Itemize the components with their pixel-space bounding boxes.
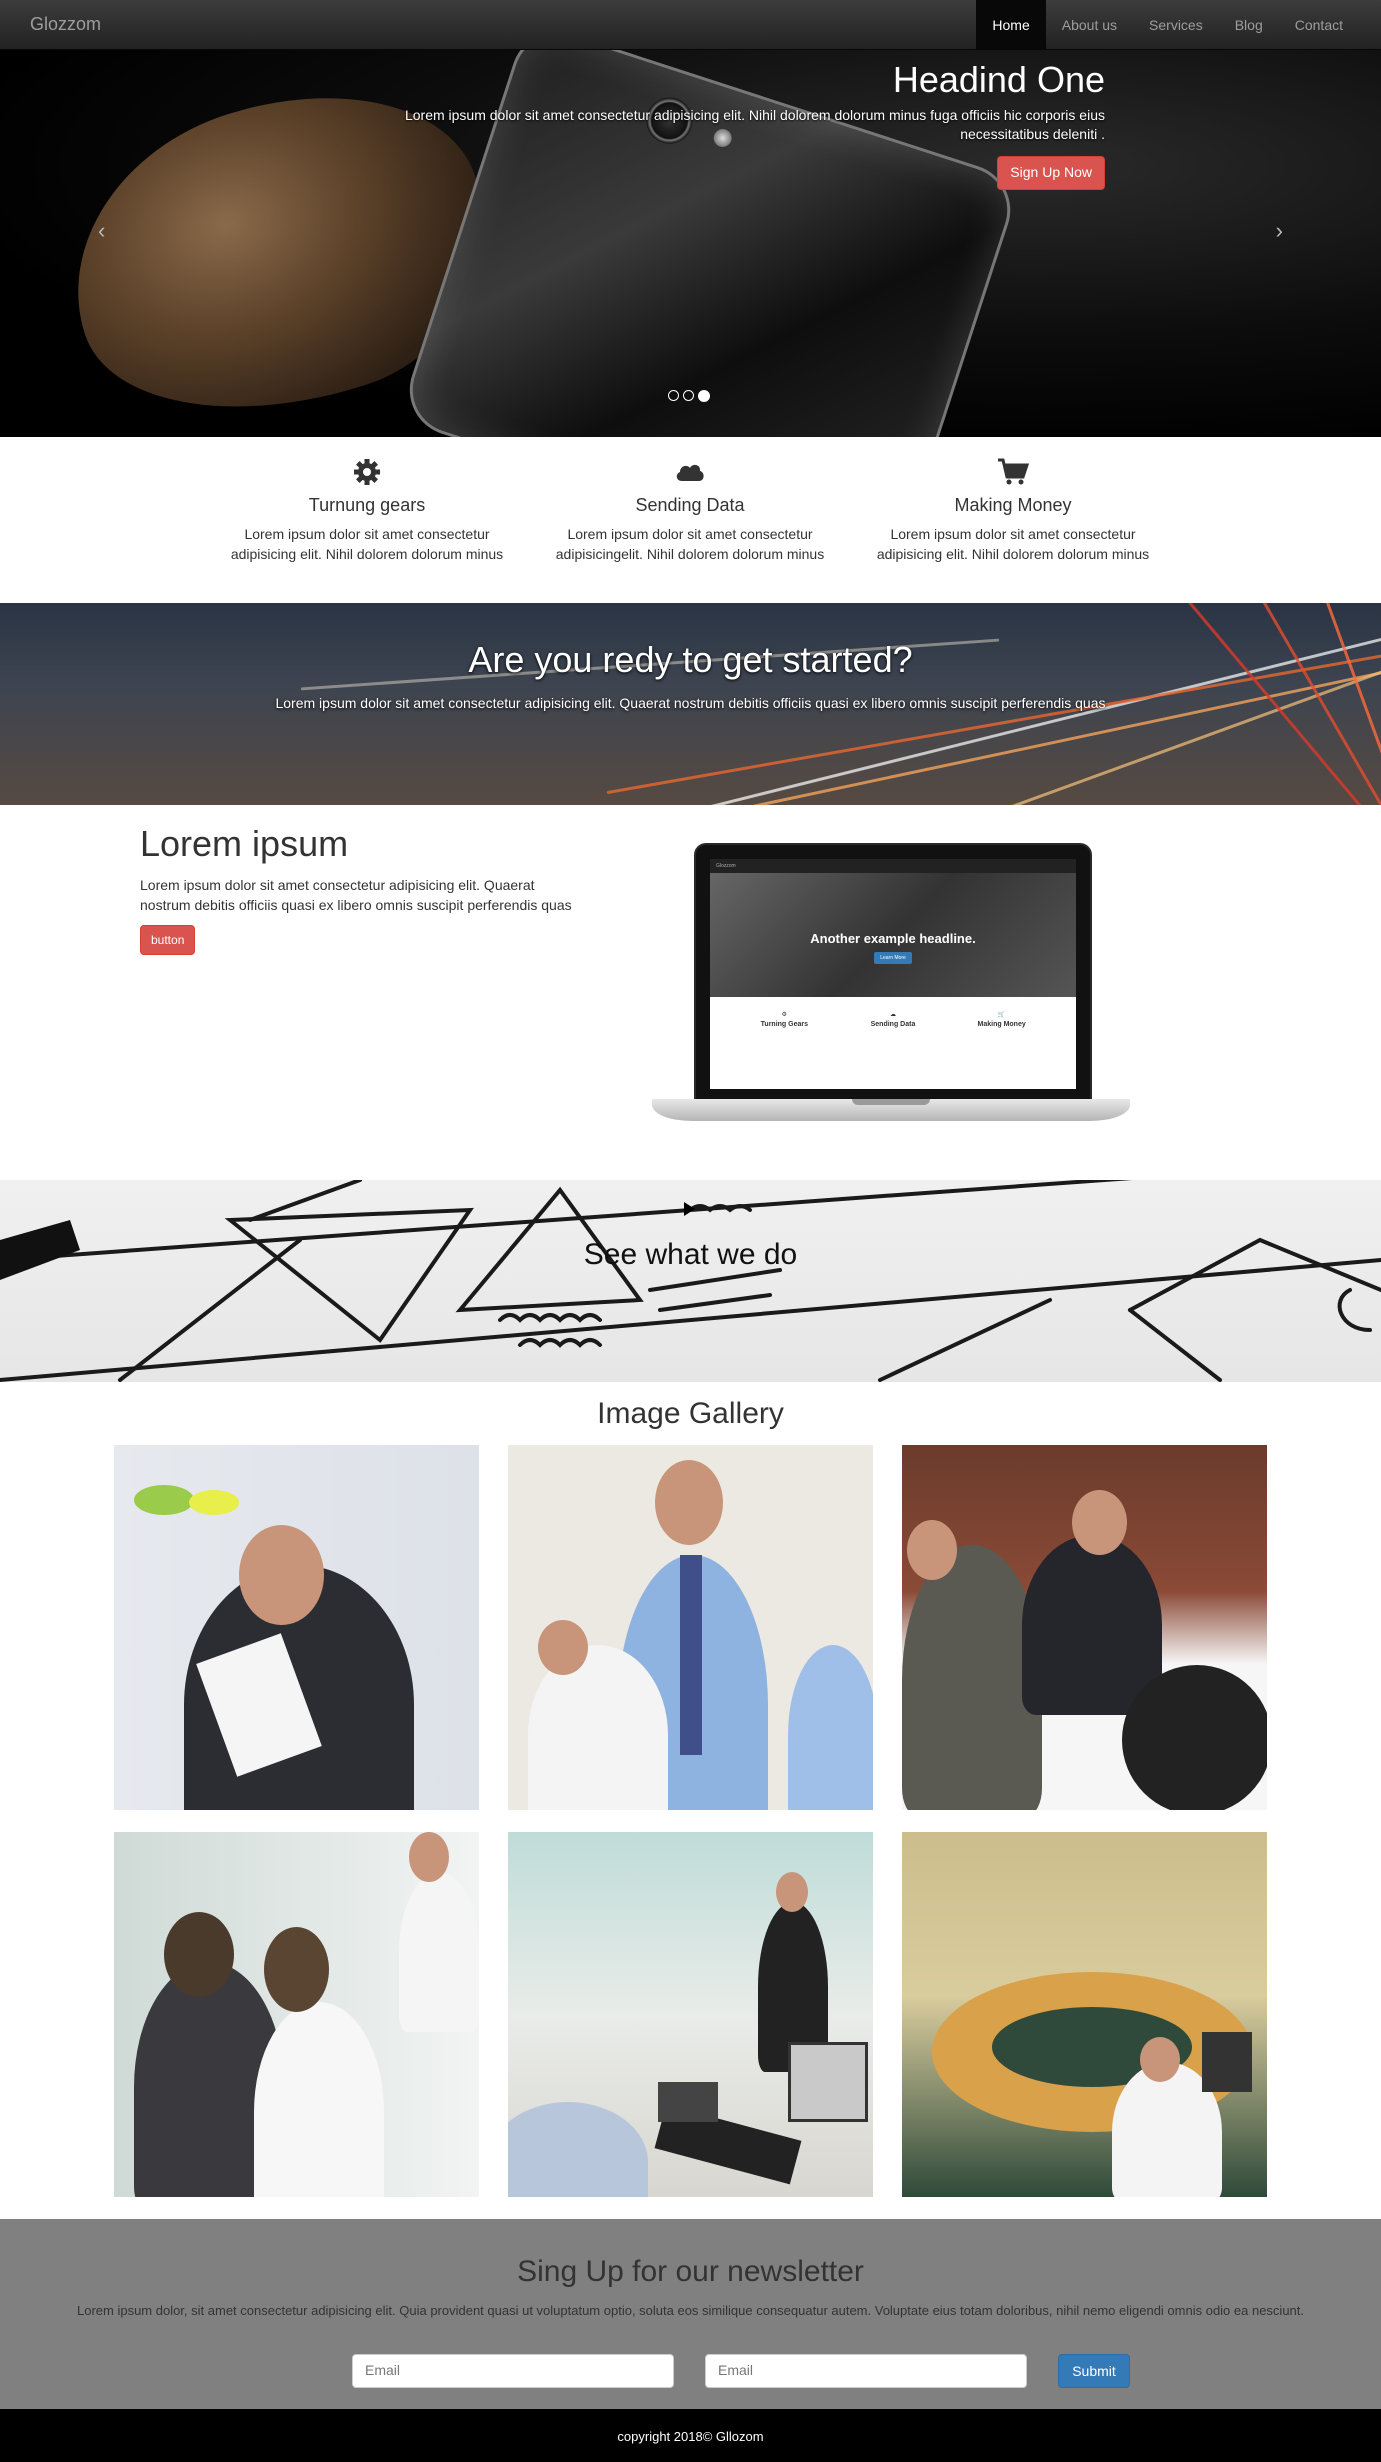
gear-icon	[222, 455, 512, 489]
hero-description: Lorem ipsum dolor sit amet consectetur a…	[404, 107, 1105, 142]
gallery-image[interactable]	[508, 1445, 873, 1810]
laptop-screen-feature: ⚙ Turning Gears	[760, 1012, 808, 1028]
gallery-image[interactable]	[114, 1445, 479, 1810]
lorem-section: Lorem ipsum Lorem ipsum dolor sit amet c…	[0, 805, 1381, 1180]
gallery-title: Image Gallery	[597, 1397, 784, 1430]
feature-turning-gears: Turnung gears Lorem ipsum dolor sit amet…	[222, 455, 512, 564]
feature-title: Sending Data	[635, 495, 745, 515]
footer: copyright 2018© Gllozom	[0, 2409, 1381, 2462]
laptop-screen-nav: Glozzom	[710, 859, 1076, 873]
laptop-screen-hero: Another example headline. Learn More	[710, 873, 1076, 997]
newsletter-email-input-1[interactable]: Email	[352, 2354, 674, 2388]
newsletter-title: Sing Up for our newsletter	[517, 2255, 864, 2288]
laptop-notch	[852, 1099, 930, 1105]
nav-item-blog[interactable]: Blog	[1219, 0, 1279, 50]
carousel-indicator[interactable]	[683, 390, 694, 401]
lorem-button[interactable]: button	[140, 925, 196, 955]
carousel-indicator[interactable]	[668, 390, 679, 401]
feature-text: Lorem ipsum dolor sit amet consectetur a…	[876, 526, 1150, 562]
cloud-icon	[545, 455, 835, 489]
laptop-screen-feature: ☁ Sending Data	[870, 1012, 916, 1028]
carousel-indicators	[668, 390, 710, 402]
hero-carousel: Headind One Lorem ipsum dolor sit amet c…	[0, 50, 1381, 437]
carousel-prev-icon[interactable]: ‹	[98, 218, 105, 244]
hero-heading: Headind One	[892, 59, 1105, 100]
newsletter-text: Lorem ipsum dolor, sit amet consectetur …	[76, 2303, 1305, 2318]
get-started-text: Lorem ipsum dolor sit amet consectetur a…	[275, 695, 1106, 711]
lorem-text: Lorem ipsum dolor sit amet consectetur a…	[140, 877, 572, 913]
brand-logo[interactable]: Glozzom	[30, 14, 101, 35]
laptop-screen-features: ⚙ Turning Gears ☁ Sending Data 🛒 Making Mon…	[710, 997, 1076, 1028]
laptop-screen-button: Learn More	[874, 952, 912, 964]
carousel-indicator-active[interactable]	[698, 390, 710, 402]
nav-item-home[interactable]: Home	[976, 0, 1046, 50]
footer-copyright: copyright 2018© Gllozom	[617, 2429, 764, 2444]
play-icon[interactable]	[684, 1202, 695, 1216]
gallery-image[interactable]	[114, 1832, 479, 2197]
laptop-image: Glozzom Another example headline. Learn …	[652, 843, 1130, 1143]
feature-sending-data: Sending Data Lorem ipsum dolor sit amet …	[545, 455, 835, 564]
laptop-base	[652, 1099, 1130, 1121]
feature-text: Lorem ipsum dolor sit amet consectetur a…	[555, 526, 825, 562]
lorem-title: Lorem ipsum	[140, 823, 349, 864]
feature-making-money: Making Money Lorem ipsum dolor sit amet …	[868, 455, 1158, 564]
navbar: Glozzom Home About us Services Blog Cont…	[0, 0, 1381, 50]
newsletter-section: Sing Up for our newsletter Lorem ipsum d…	[0, 2219, 1381, 2409]
laptop-lid: Glozzom Another example headline. Learn …	[694, 843, 1092, 1101]
laptop-screen-headline: Another example headline.	[810, 931, 976, 946]
nav-item-services[interactable]: Services	[1133, 0, 1219, 50]
nav-menu: Home About us Services Blog Contact	[976, 0, 1359, 50]
feature-title: Making Money	[954, 495, 1072, 515]
get-started-section: Are you redy to get started? Lorem ipsum…	[0, 603, 1381, 805]
hero-caption: Headind One Lorem ipsum dolor sit amet c…	[385, 56, 1105, 190]
carousel-next-icon[interactable]: ›	[1276, 218, 1283, 244]
video-section-title: See what we do	[583, 1238, 798, 1271]
laptop-screen-feature: 🛒 Making Money	[977, 1012, 1026, 1028]
sign-up-button[interactable]: Sign Up Now	[997, 156, 1105, 190]
newsletter-email-input-2[interactable]: Email	[705, 2354, 1027, 2388]
video-section: See what we do	[0, 1180, 1381, 1382]
gallery-image[interactable]	[508, 1832, 873, 2197]
laptop-screen: Glozzom Another example headline. Learn …	[710, 859, 1076, 1089]
nav-item-about[interactable]: About us	[1046, 0, 1133, 50]
newsletter-submit-button[interactable]: Submit	[1058, 2354, 1130, 2388]
shopping-cart-icon	[868, 455, 1158, 489]
feature-title: Turnung gears	[308, 495, 426, 515]
nav-item-contact[interactable]: Contact	[1279, 0, 1359, 50]
features-section: Turnung gears Lorem ipsum dolor sit amet…	[0, 437, 1381, 603]
feature-text: Lorem ipsum dolor sit amet consectetur a…	[230, 526, 504, 562]
gallery-image[interactable]	[902, 1832, 1267, 2197]
get-started-title: Are you redy to get started?	[468, 639, 913, 680]
gallery-image[interactable]	[902, 1445, 1267, 1810]
